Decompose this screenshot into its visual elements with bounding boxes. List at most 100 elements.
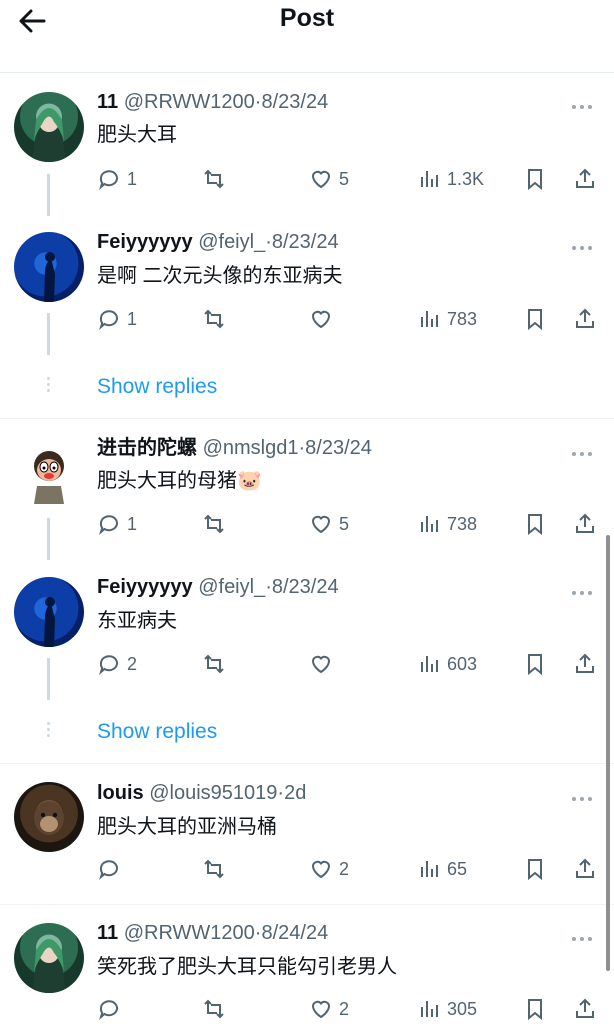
like-button[interactable]: 2 [309, 995, 349, 1023]
handle[interactable]: @nmslgd1 [203, 437, 299, 459]
separator: · [265, 576, 272, 598]
more-options-icon[interactable] [572, 96, 596, 109]
like-count: 5 [339, 168, 350, 189]
retweet-button[interactable] [202, 995, 232, 1023]
like-button[interactable]: 2 [309, 855, 349, 883]
display-name[interactable]: Feiyyyyyy [97, 576, 193, 598]
share-button[interactable] [573, 510, 597, 538]
handle[interactable]: @RRWW1200 [124, 91, 255, 113]
share-button[interactable] [573, 995, 597, 1023]
timestamp[interactable]: 8/23/24 [261, 91, 328, 113]
retweet-button[interactable] [202, 855, 232, 883]
share-icon [576, 168, 594, 188]
views-button[interactable]: 1.3K [417, 165, 484, 193]
share-button[interactable] [573, 165, 597, 193]
avatar[interactable] [14, 782, 84, 852]
timestamp[interactable]: 2d [284, 782, 306, 804]
avatar[interactable] [14, 92, 84, 162]
reply-icon [99, 170, 118, 190]
timestamp[interactable]: 8/23/24 [272, 231, 339, 253]
handle[interactable]: @louis951019 [149, 782, 277, 804]
display-name[interactable]: 11 [97, 922, 118, 944]
retweet-button[interactable] [202, 510, 232, 538]
like-button[interactable] [309, 305, 339, 333]
display-name[interactable]: 11 [97, 91, 118, 113]
bookmark-icon [528, 999, 542, 1021]
timestamp[interactable]: 8/23/24 [272, 576, 339, 598]
reply-icon [99, 655, 118, 675]
bookmark-button[interactable] [523, 305, 547, 333]
avatar[interactable] [14, 923, 84, 993]
bookmark-icon [528, 169, 542, 191]
bookmark-button[interactable] [523, 855, 547, 883]
bookmark-button[interactable] [523, 995, 547, 1023]
divider [0, 418, 614, 419]
handle[interactable]: @RRWW1200 [124, 922, 255, 944]
bookmark-button[interactable] [523, 650, 547, 678]
timestamp[interactable]: 8/24/24 [261, 922, 328, 944]
bookmark-icon [528, 859, 542, 881]
bookmark-icon [528, 309, 542, 331]
reply-button[interactable] [97, 995, 127, 1023]
views-chart-icon [421, 861, 438, 877]
retweet-button[interactable] [202, 650, 232, 678]
display-name[interactable]: Feiyyyyyy [97, 231, 193, 253]
tweet-actions: 1 5 1.3K [97, 165, 597, 193]
retweet-button[interactable] [202, 165, 232, 193]
views-button[interactable]: 738 [417, 510, 477, 538]
like-count: 2 [339, 998, 350, 1019]
more-options-icon[interactable] [572, 582, 596, 595]
more-options-icon[interactable] [572, 788, 596, 801]
reply-count: 2 [127, 653, 138, 674]
reply-icon [99, 860, 118, 880]
reply-button[interactable]: 1 [97, 165, 137, 193]
avatar[interactable] [14, 577, 84, 647]
more-options-icon[interactable] [572, 237, 596, 250]
avatar[interactable] [14, 232, 84, 302]
reply-count: 1 [127, 308, 138, 329]
tweet-text: 肥头大耳的亚洲马桶 [97, 816, 277, 838]
post-header: Post [0, 0, 614, 73]
handle[interactable]: @feiyl_ [198, 576, 265, 598]
heart-icon [311, 170, 331, 189]
show-replies-link[interactable]: Show replies [97, 720, 217, 744]
handle[interactable]: @feiyl_ [198, 231, 265, 253]
bookmark-icon [528, 514, 542, 536]
share-icon [576, 513, 594, 533]
reply-button[interactable]: 1 [97, 510, 137, 538]
reply-button[interactable]: 2 [97, 650, 137, 678]
share-icon [576, 653, 594, 673]
scrollbar[interactable] [606, 535, 610, 971]
tweet-actions: 1 783 [97, 305, 597, 333]
bookmark-button[interactable] [523, 165, 547, 193]
avatar[interactable] [14, 438, 84, 508]
divider [0, 904, 614, 905]
page-title: Post [279, 4, 335, 32]
timestamp[interactable]: 8/23/24 [305, 437, 372, 459]
views-button[interactable]: 305 [417, 995, 477, 1023]
show-replies-link[interactable]: Show replies [97, 375, 217, 399]
share-button[interactable] [573, 305, 597, 333]
share-button[interactable] [573, 650, 597, 678]
retweet-button[interactable] [202, 305, 232, 333]
thread-line [47, 174, 50, 216]
views-chart-icon [421, 656, 438, 672]
reply-icon [99, 310, 118, 330]
more-options-icon[interactable] [572, 443, 596, 456]
display-name[interactable]: louis [97, 782, 144, 804]
share-button[interactable] [573, 855, 597, 883]
like-button[interactable]: 5 [309, 165, 349, 193]
more-options-icon[interactable] [572, 928, 596, 941]
views-button[interactable]: 65 [417, 855, 467, 883]
reply-button[interactable] [97, 855, 127, 883]
like-button[interactable]: 5 [309, 510, 349, 538]
bookmark-button[interactable] [523, 510, 547, 538]
views-button[interactable]: 783 [417, 305, 477, 333]
display-name[interactable]: 进击的陀螺 [97, 437, 197, 459]
heart-icon [311, 860, 331, 879]
reply-button[interactable]: 1 [97, 305, 137, 333]
like-button[interactable] [309, 650, 339, 678]
heart-icon [311, 1000, 331, 1019]
views-button[interactable]: 603 [417, 650, 477, 678]
tweet-text: 肥头大耳 [97, 124, 177, 146]
